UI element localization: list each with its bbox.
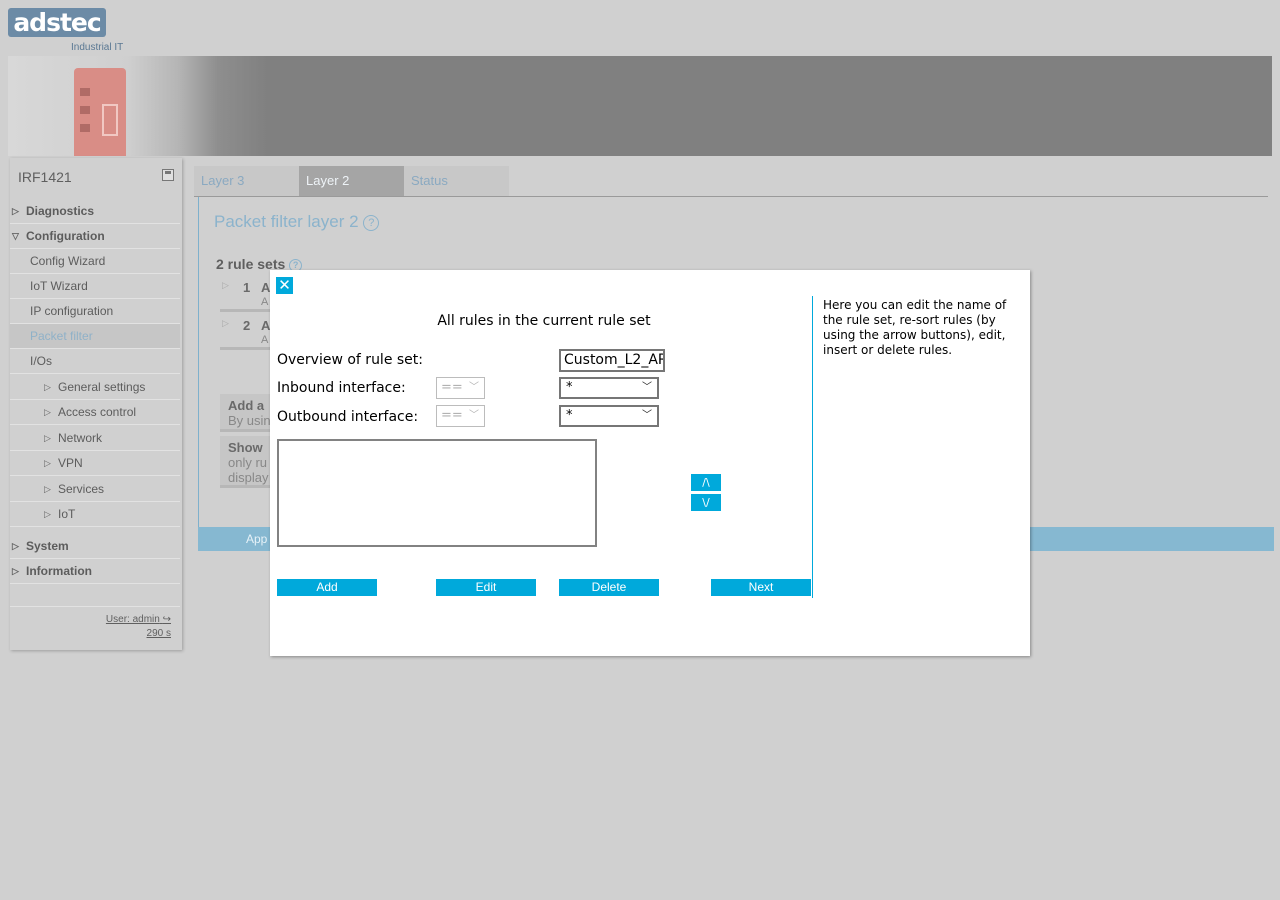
sidebar-item-vpn[interactable]: ▷ VPN xyxy=(10,451,180,476)
content-border xyxy=(198,197,199,527)
dialog-divider xyxy=(812,296,813,598)
overview-label: Overview of rule set: xyxy=(277,352,424,368)
outbound-operator-select[interactable]: == ﹀ xyxy=(436,405,485,427)
outbound-label: Outbound interface: xyxy=(277,409,419,425)
inbound-operator-select[interactable]: == ﹀ xyxy=(436,377,485,399)
close-icon[interactable]: ✕ xyxy=(276,277,293,294)
logo-subtitle: Industrial IT xyxy=(71,42,124,53)
sidebar-item-ios[interactable]: I/Os xyxy=(10,349,180,374)
triangle-right-icon: ▷ xyxy=(44,458,51,468)
sidebar-item-network[interactable]: ▷ Network xyxy=(10,426,180,451)
sidebar-item-packet-filter[interactable]: Packet filter xyxy=(10,324,180,349)
triangle-down-icon: ▽ xyxy=(12,231,19,241)
rules-list[interactable] xyxy=(277,439,597,547)
chevron-down-icon: ﹀ xyxy=(469,410,479,421)
chevron-down-icon: ﹀ xyxy=(642,382,652,393)
sidebar-item-diagnostics[interactable]: ▷ Diagnostics xyxy=(10,199,180,224)
triangle-right-icon: ▷ xyxy=(222,280,229,290)
chevron-down-icon: ﹀ xyxy=(642,410,652,421)
page-title: Packet filter layer 2 ? xyxy=(214,212,380,232)
save-icon[interactable] xyxy=(162,169,174,181)
sidebar-item-services[interactable]: ▷ Services xyxy=(10,477,180,502)
edit-button[interactable]: Edit xyxy=(436,579,536,596)
outbound-interface-select[interactable]: * ﹀ xyxy=(559,405,659,427)
dialog-help-text: Here you can edit the name of the rule s… xyxy=(823,298,1007,357)
triangle-right-icon: ▷ xyxy=(12,566,19,576)
header-banner xyxy=(8,56,1272,156)
delete-button[interactable]: Delete xyxy=(559,579,659,596)
sidebar: IRF1421 ▷ Diagnostics ▽ Configuration Co… xyxy=(10,158,182,650)
tab-status[interactable]: Status xyxy=(404,166,509,196)
move-up-button[interactable]: /\ xyxy=(691,474,721,491)
triangle-right-icon: ▷ xyxy=(44,382,51,392)
triangle-right-icon: ▷ xyxy=(44,407,51,417)
dialog-heading: All rules in the current rule set xyxy=(437,313,651,329)
rule-set-dialog: ✕ All rules in the current rule set Over… xyxy=(270,270,1030,656)
move-down-button[interactable]: \/ xyxy=(691,494,721,511)
tab-layer-2[interactable]: Layer 2 xyxy=(299,166,404,196)
sidebar-spacer xyxy=(10,584,180,607)
device-name: IRF1421 xyxy=(18,169,72,185)
sidebar-item-iot-wizard[interactable]: IoT Wizard xyxy=(10,274,180,299)
sidebar-item-iot[interactable]: ▷ IoT xyxy=(10,502,180,527)
triangle-right-icon: ▷ xyxy=(12,206,19,216)
sidebar-item-general-settings[interactable]: ▷ General settings xyxy=(10,375,180,400)
inbound-label: Inbound interface: xyxy=(277,380,406,396)
device-image xyxy=(74,68,126,156)
adstec-logo: adstec xyxy=(8,8,106,37)
user-link[interactable]: User: admin ↪ xyxy=(106,614,171,625)
next-button[interactable]: Next xyxy=(711,579,811,596)
rule-set-name-field[interactable]: Custom_L2_AR xyxy=(559,349,665,372)
sidebar-item-system[interactable]: ▷ System xyxy=(10,534,180,559)
chevron-down-icon: ﹀ xyxy=(469,382,479,393)
logout-icon[interactable]: ↪ xyxy=(163,614,171,625)
sidebar-item-access-control[interactable]: ▷ Access control xyxy=(10,400,180,425)
sidebar-item-config-wizard[interactable]: Config Wizard xyxy=(10,249,180,274)
sidebar-item-configuration[interactable]: ▽ Configuration xyxy=(10,224,180,249)
triangle-right-icon: ▷ xyxy=(12,541,19,551)
triangle-right-icon: ▷ xyxy=(222,318,229,328)
tab-layer-3[interactable]: Layer 3 xyxy=(194,166,299,196)
session-timer: 290 s xyxy=(146,628,171,639)
triangle-right-icon: ▷ xyxy=(44,509,51,519)
help-icon[interactable]: ? xyxy=(363,215,380,231)
tab-divider xyxy=(194,196,1268,197)
inbound-interface-select[interactable]: * ﹀ xyxy=(559,377,659,399)
apply-button[interactable]: App xyxy=(246,532,267,546)
add-button[interactable]: Add xyxy=(277,579,377,596)
sidebar-item-information[interactable]: ▷ Information xyxy=(10,559,180,584)
triangle-right-icon: ▷ xyxy=(44,484,51,494)
triangle-right-icon: ▷ xyxy=(44,433,51,443)
sidebar-item-ip-configuration[interactable]: IP configuration xyxy=(10,299,180,324)
